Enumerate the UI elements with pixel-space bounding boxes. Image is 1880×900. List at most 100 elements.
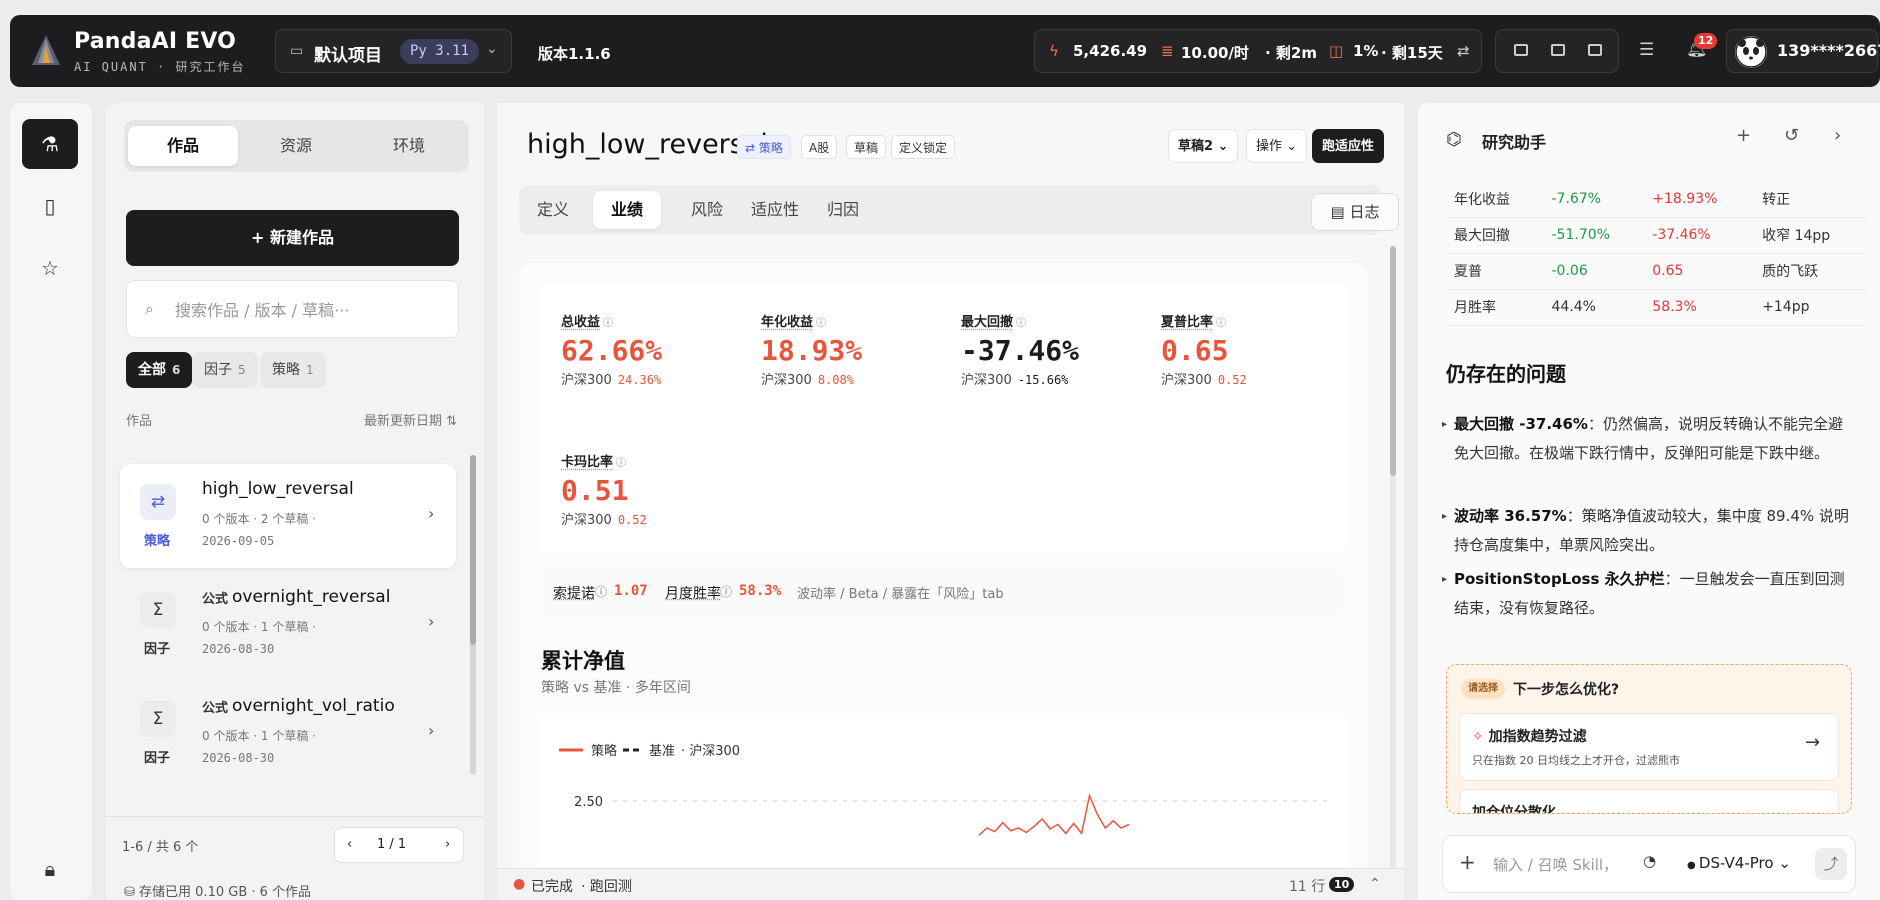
- version-label: 版本1.1.6: [538, 45, 611, 63]
- sortino-value: 1.07: [614, 583, 648, 599]
- info-icon[interactable]: ⓘ: [1216, 318, 1226, 329]
- tab-resources[interactable]: 资源: [241, 126, 351, 166]
- sort-control[interactable]: 最新更新日期 ⇅: [364, 410, 457, 429]
- search-input[interactable]: [175, 295, 445, 325]
- badge-strategy-label: 策略: [758, 141, 783, 155]
- tab-performance[interactable]: 业绩: [593, 191, 662, 229]
- new-work-button[interactable]: + 新建作品: [126, 210, 459, 266]
- chevron-right-icon[interactable]: ›: [1834, 125, 1841, 146]
- issues-heading: 仍存在的问题: [1446, 362, 1566, 386]
- section-title: 累计净值: [541, 649, 625, 673]
- main-panel: high_low_reversal ⇄ 策略 A股 草稿 定义锁定 草稿2 ⌄ …: [497, 103, 1404, 900]
- model-select[interactable]: ● DS-V4-Pro ⌄: [1687, 854, 1791, 872]
- table-cell: 年化收益: [1446, 181, 1544, 218]
- suggestion-option[interactable]: 加仓位分散化: [1459, 789, 1839, 814]
- help-icon[interactable]: ⓘ: [595, 583, 607, 600]
- layout-toggle-group: [1495, 29, 1619, 73]
- user-menu[interactable]: 139****2667: [1726, 29, 1880, 73]
- item-meta: 0 个版本 · 1 个草稿 ·: [202, 729, 316, 743]
- draft-select[interactable]: 草稿2 ⌄: [1168, 129, 1239, 163]
- list-icon[interactable]: ☰: [1639, 40, 1654, 60]
- rate-value: 10.00/时: [1181, 44, 1249, 62]
- tab-attribution[interactable]: 归因: [809, 191, 877, 229]
- chevron-right-icon: ›: [428, 612, 435, 631]
- sortino-label: 索提诺: [553, 586, 595, 602]
- chevron-up-icon[interactable]: ⌃: [1369, 876, 1381, 892]
- list-item[interactable]: Σ 因子 公式 overnight_reversal 0 个版本 · 1 个草稿…: [120, 572, 456, 676]
- notebook-icon[interactable]: ▯: [22, 181, 78, 231]
- bench-label: 沪深300: [761, 373, 812, 388]
- tab-works[interactable]: 作品: [128, 126, 238, 166]
- tab-bar: 定义 业绩 风险 适应性 归因 ▤ 日志: [519, 185, 1399, 235]
- database-icon: ⛁: [124, 885, 140, 900]
- draft-select-label: 草稿2: [1178, 139, 1214, 154]
- send-button[interactable]: ⤴: [1815, 848, 1847, 880]
- tab-environment[interactable]: 环境: [354, 126, 464, 166]
- notification-badge: 12: [1694, 33, 1718, 49]
- list-item[interactable]: Σ 因子 公式 overnight_vol_ratio 0 个版本 · 1 个草…: [120, 681, 456, 785]
- layout-split-icon[interactable]: [1551, 44, 1565, 56]
- filter-factor[interactable]: 因子 5: [192, 352, 258, 388]
- info-icon[interactable]: ⓘ: [816, 318, 826, 329]
- tab-risk[interactable]: 风险: [673, 191, 741, 229]
- risk-hint: 波动率 / Beta / 暴露在「风险」tab: [797, 587, 1004, 602]
- project-selector[interactable]: ▭ 默认项目 Py 3.11 ⌄: [275, 29, 512, 73]
- table-cell: 质的飞跃: [1754, 253, 1868, 290]
- top-bar: PandaAI EVO AI QUANT · 研究工作台 ▭ 默认项目 Py 3…: [10, 15, 1880, 87]
- tab-adaptability[interactable]: 适应性: [733, 191, 817, 229]
- help-icon[interactable]: ⓘ: [720, 583, 732, 600]
- issue-bold: 波动率 36.57%: [1454, 507, 1567, 525]
- legend-bench: 基准: [649, 744, 675, 759]
- filter-all-count: 6: [172, 363, 181, 377]
- table-cell: 转正: [1754, 181, 1868, 218]
- scroll-thumb[interactable]: [1390, 246, 1396, 476]
- log-button[interactable]: ▤ 日志: [1311, 193, 1399, 231]
- rate-remaining: · 剩2m: [1265, 44, 1317, 62]
- item-tag: 公式: [202, 592, 229, 607]
- badge-strategy: ⇄ 策略: [737, 135, 791, 159]
- metric-calmar: 卡玛比率 ⓘ 0.51 沪深300 0.52: [561, 451, 647, 528]
- sort-label: 最新更新日期: [364, 414, 443, 429]
- table-cell: 58.3%: [1644, 289, 1755, 326]
- tab-definition[interactable]: 定义: [519, 191, 587, 229]
- prev-page-icon[interactable]: ‹: [347, 837, 352, 852]
- plus-icon[interactable]: +: [1736, 125, 1751, 146]
- metric-annual-return: 年化收益 ⓘ 18.93% 沪深300 8.08%: [761, 311, 862, 388]
- star-icon[interactable]: ☆: [22, 243, 78, 293]
- info-icon[interactable]: ⓘ: [1016, 318, 1026, 329]
- chat-input[interactable]: [1493, 850, 1643, 880]
- lab-icon[interactable]: ⚗: [22, 119, 78, 169]
- bench-value: 0.52: [617, 513, 647, 527]
- scroll-thumb[interactable]: [470, 455, 476, 645]
- main-scrollbar[interactable]: [1390, 246, 1396, 900]
- item-kind: 因子: [144, 751, 171, 766]
- page-indicator: 1 / 1: [377, 837, 407, 852]
- lock-icon[interactable]: 🔒︎: [22, 844, 78, 894]
- run-adaptability-button[interactable]: 跑适应性: [1312, 129, 1385, 163]
- metric-max-drawdown: 最大回撤 ⓘ -37.46% 沪深300 -15.66%: [961, 311, 1079, 388]
- filter-factor-count: 5: [238, 363, 246, 377]
- filter-all[interactable]: 全部 6: [126, 352, 193, 388]
- ops-menu[interactable]: 操作 ⌄: [1246, 129, 1308, 163]
- left-rail: ⚗ ▯ ☆ 🔒︎: [10, 103, 92, 900]
- filter-strategy-count: 1: [306, 363, 314, 377]
- python-version-badge: Py 3.11: [400, 39, 480, 64]
- info-icon[interactable]: ⓘ: [616, 458, 626, 469]
- suggestion-title: 加仓位分散化: [1472, 805, 1556, 814]
- suggestion-option[interactable]: ✧ 加指数趋势过滤 只在指数 20 日均线之上才开仓，过滤熊市 →: [1459, 713, 1839, 781]
- filter-strategy[interactable]: 策略 1: [260, 352, 326, 388]
- status-bar: ● 已完成 · 跑回测 11 行 10 ⌃: [497, 868, 1404, 900]
- layout-left-icon[interactable]: [1514, 44, 1528, 56]
- info-icon[interactable]: ⓘ: [603, 318, 613, 329]
- history-icon[interactable]: ↺: [1784, 125, 1799, 146]
- list-scrollbar[interactable]: [470, 455, 476, 775]
- next-page-icon[interactable]: ›: [445, 837, 450, 852]
- filter-strategy-label: 策略: [272, 362, 300, 378]
- layout-right-icon[interactable]: [1588, 44, 1602, 56]
- bench-label: 沪深300: [1161, 373, 1212, 388]
- usage-metrics[interactable]: ϟ 5,426.49 ≣ 10.00/时 · 剩2m ◫ 1% · 剩15天 ⇄: [1034, 29, 1482, 73]
- list-item[interactable]: ⇄ 策略 high_low_reversal 0 个版本 · 2 个草稿 · 2…: [120, 464, 456, 568]
- plus-icon[interactable]: +: [1459, 850, 1476, 874]
- item-tag: 公式: [202, 701, 229, 716]
- metric-label: 夏普比率: [1161, 315, 1214, 330]
